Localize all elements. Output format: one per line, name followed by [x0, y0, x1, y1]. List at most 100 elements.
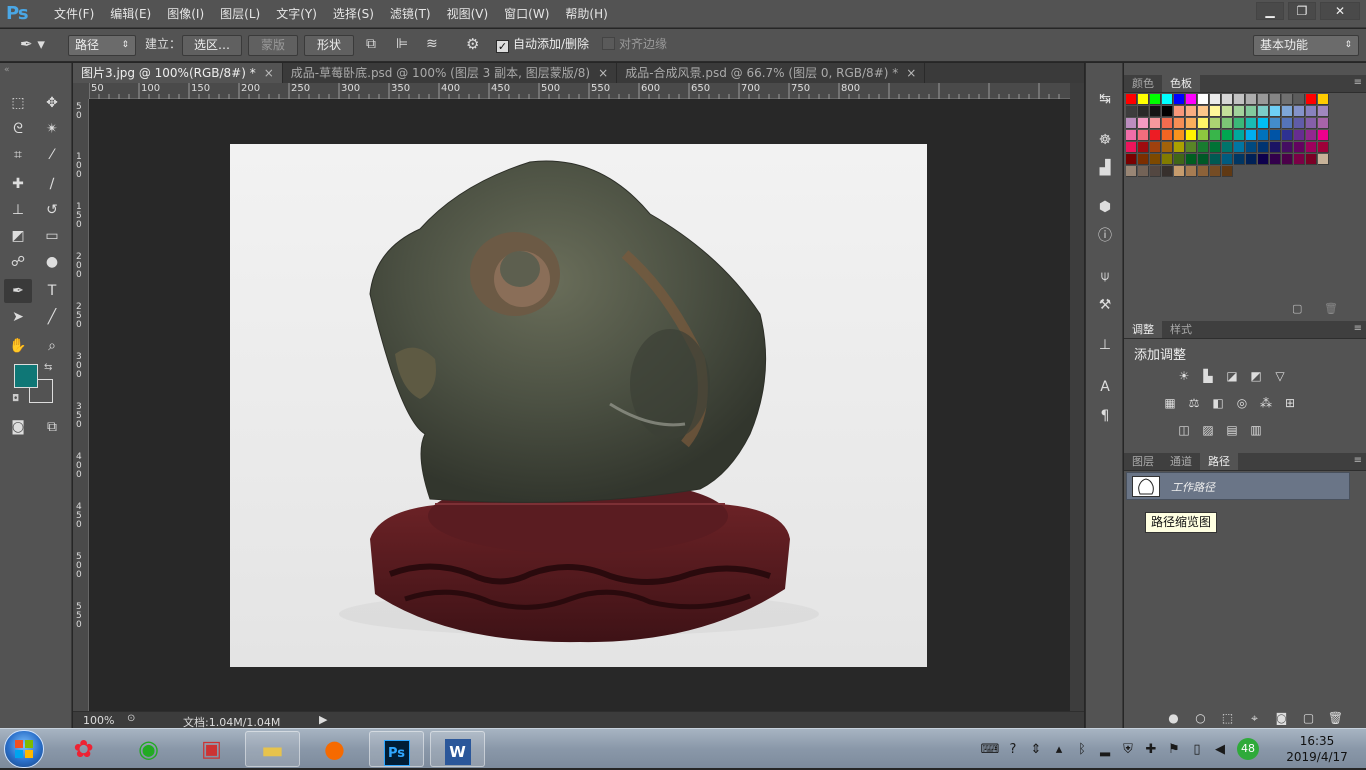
flag-icon[interactable]: ⚑ [1164, 742, 1184, 757]
pen-icon[interactable]: ✒ ▾ [20, 35, 56, 56]
color-swatch[interactable] [1282, 154, 1293, 165]
color-swatch[interactable] [1294, 142, 1305, 153]
restore-button[interactable]: ❐ [1288, 2, 1316, 20]
badge-count[interactable]: 48 [1237, 738, 1259, 760]
canvas-area[interactable] [90, 100, 1070, 711]
color-swatch[interactable] [1198, 94, 1209, 105]
color-swatch[interactable] [1138, 118, 1149, 129]
color-swatch[interactable] [1234, 94, 1245, 105]
color-swatch[interactable] [1294, 118, 1305, 129]
menu-edit[interactable]: 编辑(E) [102, 0, 159, 28]
delete-path-icon[interactable]: 🗑 [1322, 709, 1349, 728]
healing-brush-tool-icon[interactable]: ✚ [4, 172, 32, 196]
color-swatch[interactable] [1222, 130, 1233, 141]
menu-image[interactable]: 图像(I) [159, 0, 212, 28]
color-swatch[interactable] [1294, 154, 1305, 165]
menu-layer[interactable]: 图层(L) [212, 0, 268, 28]
color-swatch[interactable] [1246, 142, 1257, 153]
color-swatch[interactable] [1234, 142, 1245, 153]
color-swatch[interactable] [1222, 106, 1233, 117]
photo-filter-icon[interactable]: ◎ [1230, 393, 1254, 413]
color-swatch[interactable] [1282, 142, 1293, 153]
color-swatch[interactable] [1294, 130, 1305, 141]
color-swatch[interactable] [1162, 166, 1173, 177]
clone-source-icon[interactable]: ⊥ [1094, 334, 1116, 356]
color-swatch[interactable] [1198, 142, 1209, 153]
color-swatch[interactable] [1306, 106, 1317, 117]
color-swatch[interactable] [1186, 94, 1197, 105]
bluetooth-icon[interactable]: ᛒ [1072, 742, 1092, 757]
battery-icon[interactable]: ▯ [1187, 742, 1207, 757]
black-white-icon[interactable]: ◧ [1206, 393, 1230, 413]
tab-color[interactable]: 颜色 [1124, 75, 1162, 92]
color-swatch[interactable] [1138, 154, 1149, 165]
crop-tool-icon[interactable]: ⌗ [4, 143, 32, 167]
menu-select[interactable]: 选择(S) [325, 0, 382, 28]
color-balance-icon[interactable]: ⚖ [1182, 393, 1206, 413]
taskbar-photoshop-icon[interactable]: Ps [369, 731, 424, 767]
auto-add-delete-checkbox[interactable]: ✓ 自动添加/删除 [496, 35, 589, 56]
posterize-icon[interactable]: ▨ [1196, 420, 1220, 440]
color-swatch[interactable] [1174, 94, 1185, 105]
color-swatch[interactable] [1210, 142, 1221, 153]
document-tab[interactable]: 成品-合成风景.psd @ 66.7% (图层 0, RGB/8#) * × [617, 63, 926, 83]
color-swatch[interactable] [1270, 118, 1281, 129]
ruler-origin[interactable] [73, 83, 89, 99]
color-swatch[interactable] [1138, 94, 1149, 105]
menu-help[interactable]: 帮助(H) [557, 0, 615, 28]
load-selection-icon[interactable]: ⬚ [1214, 709, 1241, 728]
color-swatch[interactable] [1186, 118, 1197, 129]
color-swatch[interactable] [1138, 166, 1149, 177]
color-swatch[interactable] [1210, 130, 1221, 141]
blur-tool-icon[interactable]: ☍ [4, 250, 32, 274]
work-path-row[interactable]: 工作路径 [1126, 472, 1350, 500]
color-swatch[interactable] [1210, 118, 1221, 129]
new-swatch-icon[interactable]: ▢ [1292, 302, 1302, 315]
color-swatch[interactable] [1306, 118, 1317, 129]
color-swatch[interactable] [1318, 154, 1329, 165]
color-swatch[interactable] [1222, 118, 1233, 129]
panel-menu-icon[interactable]: ≡ [1354, 77, 1362, 88]
tab-swatches[interactable]: 色板 [1162, 75, 1200, 92]
color-swatch[interactable] [1174, 142, 1185, 153]
color-swatch[interactable] [1162, 118, 1173, 129]
color-swatch[interactable] [1150, 118, 1161, 129]
volume-icon[interactable]: ◀ [1210, 742, 1230, 757]
move-tool-icon[interactable]: ✥ [38, 91, 66, 115]
panel-menu-icon[interactable]: ≡ [1354, 455, 1362, 466]
gradient-tool-icon[interactable]: ▭ [38, 224, 66, 248]
path-operations-icon[interactable]: ⧉ [366, 35, 386, 56]
color-swatch[interactable] [1138, 142, 1149, 153]
color-lookup-icon[interactable]: ⊞ [1278, 393, 1302, 413]
channel-mixer-icon[interactable]: ⁂ [1254, 393, 1278, 413]
color-swatch[interactable] [1126, 154, 1137, 165]
taskbar-app-icon[interactable]: ✿ [56, 731, 111, 767]
color-swatch[interactable] [1126, 118, 1137, 129]
zoom-tool-icon[interactable]: ⌕ [38, 334, 66, 358]
color-swatch[interactable] [1294, 106, 1305, 117]
make-work-path-icon[interactable]: ⌖ [1241, 709, 1268, 728]
swatch-grid[interactable] [1126, 94, 1334, 178]
color-swatch[interactable] [1306, 130, 1317, 141]
color-swatch[interactable] [1246, 130, 1257, 141]
color-swatch[interactable] [1234, 130, 1245, 141]
info-icon[interactable]: ⓘ [1094, 225, 1116, 247]
gradient-map-icon[interactable]: ▥ [1244, 420, 1268, 440]
color-swatch[interactable] [1294, 94, 1305, 105]
menu-filter[interactable]: 滤镜(T) [382, 0, 439, 28]
close-button[interactable]: ✕ [1320, 2, 1360, 20]
new-path-icon[interactable]: ▢ [1295, 709, 1322, 728]
eyedropper-tool-icon[interactable]: ⁄ [38, 143, 66, 167]
quick-mask-icon[interactable]: ◙ [4, 415, 32, 439]
color-swatch[interactable] [1186, 154, 1197, 165]
eraser-tool-icon[interactable]: ◩ [4, 224, 32, 248]
histogram-icon[interactable]: ▟ [1094, 157, 1116, 179]
show-hidden-icon[interactable]: ▴ [1049, 742, 1069, 757]
foreground-color-swatch[interactable] [14, 364, 38, 388]
navigator-icon[interactable]: ☸ [1094, 129, 1116, 151]
color-swatch[interactable] [1222, 94, 1233, 105]
stroke-path-icon[interactable]: ○ [1187, 709, 1214, 728]
tab-paths[interactable]: 路径 [1200, 453, 1238, 470]
color-swatch[interactable] [1186, 142, 1197, 153]
color-swatch[interactable] [1210, 106, 1221, 117]
